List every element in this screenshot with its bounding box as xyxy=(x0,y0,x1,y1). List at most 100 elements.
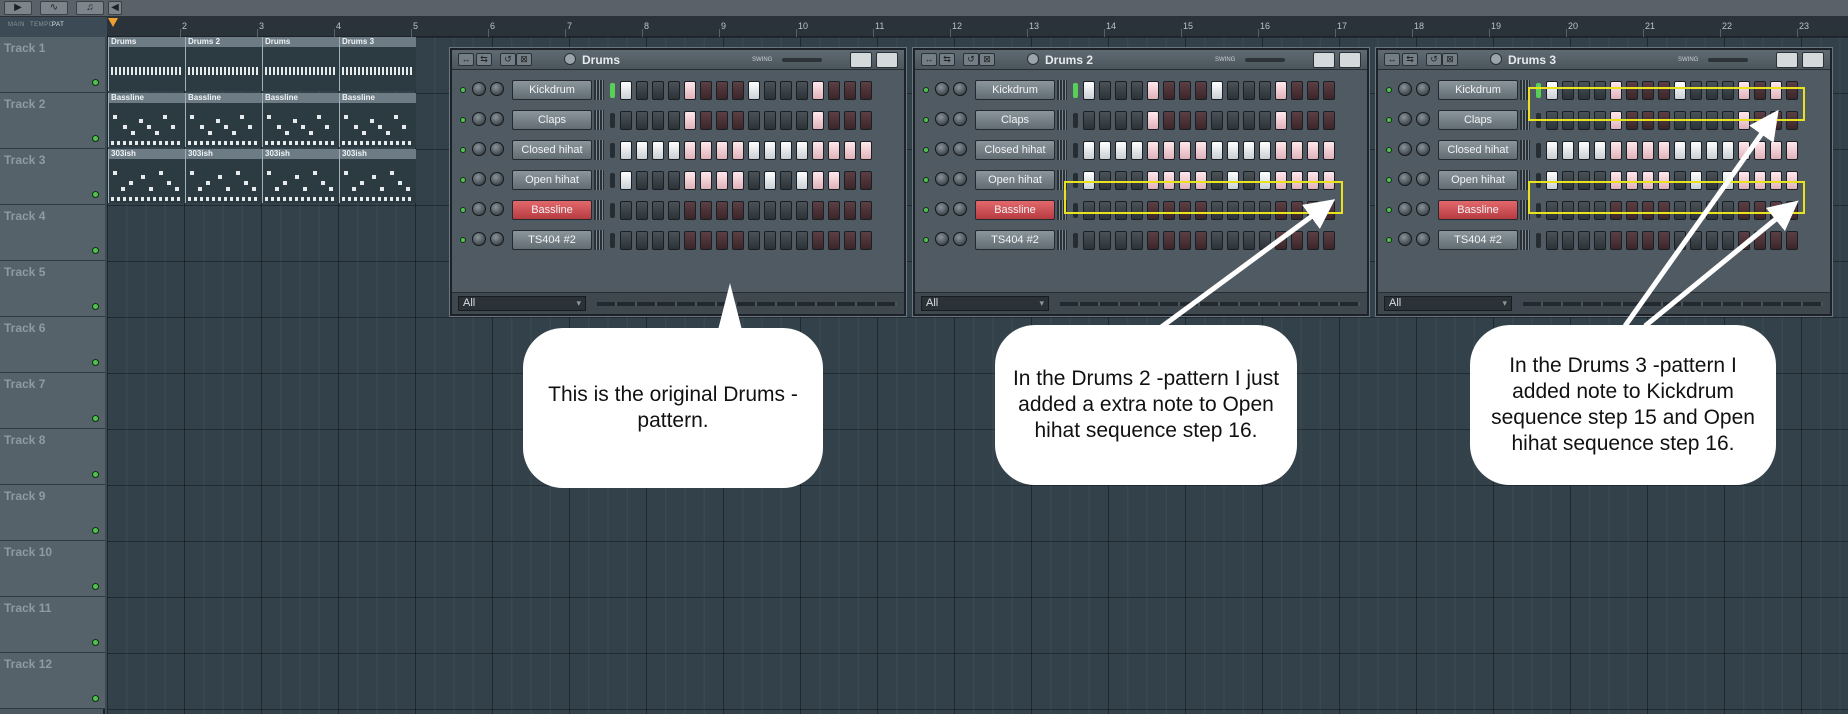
channel-name-button[interactable]: Closed hihat xyxy=(512,140,592,160)
track-row[interactable]: Track 4 xyxy=(0,205,105,261)
rack-scrollbar[interactable] xyxy=(597,302,897,306)
track-mute-led[interactable] xyxy=(92,135,99,142)
step-button[interactable] xyxy=(1147,111,1159,130)
step-button[interactable] xyxy=(1594,141,1606,160)
track-mute-led[interactable] xyxy=(92,695,99,702)
step-button[interactable] xyxy=(1163,81,1175,100)
pan-knob[interactable] xyxy=(935,112,949,126)
volume-knob[interactable] xyxy=(953,232,967,246)
channel-grip-icon[interactable] xyxy=(1520,140,1530,160)
swing-slider[interactable] xyxy=(1245,58,1285,62)
step-button[interactable] xyxy=(764,231,776,250)
step-button[interactable] xyxy=(812,141,824,160)
volume-knob[interactable] xyxy=(490,112,504,126)
channel-name-button[interactable]: Open hihat xyxy=(1438,170,1518,190)
volume-knob[interactable] xyxy=(490,172,504,186)
channel-mute-led[interactable] xyxy=(460,177,466,183)
track-row[interactable]: Track 3 xyxy=(0,149,105,205)
step-button[interactable] xyxy=(700,81,712,100)
step-button[interactable] xyxy=(780,201,792,220)
channel-name-button[interactable]: Open hihat xyxy=(975,170,1055,190)
channel-name-button[interactable]: TS404 #2 xyxy=(1438,230,1518,250)
step-button[interactable] xyxy=(620,171,632,190)
step-button[interactable] xyxy=(652,111,664,130)
resize-icon[interactable]: ↔ xyxy=(921,53,937,66)
pan-knob[interactable] xyxy=(472,172,486,186)
step-button[interactable] xyxy=(1626,231,1638,250)
mode-tempo-label[interactable]: TEMPO xyxy=(30,22,54,28)
channel-grip-icon[interactable] xyxy=(1057,80,1067,100)
step-button[interactable] xyxy=(1243,111,1255,130)
step-button[interactable] xyxy=(1610,231,1622,250)
step-button[interactable] xyxy=(732,201,744,220)
step-button[interactable] xyxy=(1099,81,1111,100)
volume-knob[interactable] xyxy=(1416,232,1430,246)
pan-knob[interactable] xyxy=(935,142,949,156)
step-button[interactable] xyxy=(716,111,728,130)
step-button[interactable] xyxy=(716,81,728,100)
step-button[interactable] xyxy=(1642,231,1654,250)
close-icon[interactable]: ⊠ xyxy=(979,53,995,66)
close-icon[interactable]: ⊠ xyxy=(516,53,532,66)
channel-name-button[interactable]: Bassline xyxy=(1438,200,1518,220)
track-mute-led[interactable] xyxy=(92,191,99,198)
volume-knob[interactable] xyxy=(1416,142,1430,156)
step-button[interactable] xyxy=(668,81,680,100)
channel-name-button[interactable]: Kickdrum xyxy=(975,80,1055,100)
step-button[interactable] xyxy=(1275,81,1287,100)
step-button[interactable] xyxy=(1099,111,1111,130)
step-button[interactable] xyxy=(828,81,840,100)
pattern-clip[interactable]: Bassline xyxy=(185,93,262,147)
step-button[interactable] xyxy=(668,231,680,250)
piano-roll-icon[interactable] xyxy=(876,52,898,68)
graph-editor-icon[interactable] xyxy=(1776,52,1798,68)
step-button[interactable] xyxy=(636,201,648,220)
track-row[interactable]: Track 8 xyxy=(0,429,105,485)
step-button[interactable] xyxy=(1243,141,1255,160)
step-button[interactable] xyxy=(1307,111,1319,130)
channel-select-indicator[interactable] xyxy=(1536,233,1541,248)
step-button[interactable] xyxy=(1786,141,1798,160)
step-button[interactable] xyxy=(1323,81,1335,100)
step-button[interactable] xyxy=(732,111,744,130)
step-button[interactable] xyxy=(1083,81,1095,100)
channel-select-indicator[interactable] xyxy=(1536,143,1541,158)
channel-name-button[interactable]: Bassline xyxy=(512,200,592,220)
channel-mute-led[interactable] xyxy=(923,177,929,183)
graph-editor-icon[interactable] xyxy=(1313,52,1335,68)
step-button[interactable] xyxy=(1706,231,1718,250)
channel-mute-led[interactable] xyxy=(923,117,929,123)
pattern-clip[interactable]: Drums xyxy=(108,37,185,91)
volume-knob[interactable] xyxy=(953,172,967,186)
step-button[interactable] xyxy=(1083,141,1095,160)
volume-knob[interactable] xyxy=(953,202,967,216)
step-button[interactable] xyxy=(1147,81,1159,100)
step-button[interactable] xyxy=(812,111,824,130)
undo-icon[interactable]: ↺ xyxy=(1426,53,1442,66)
step-button[interactable] xyxy=(748,171,760,190)
pan-knob[interactable] xyxy=(472,232,486,246)
channel-mute-led[interactable] xyxy=(923,207,929,213)
step-button[interactable] xyxy=(620,111,632,130)
step-button[interactable] xyxy=(636,171,648,190)
step-button[interactable] xyxy=(1307,231,1319,250)
step-button[interactable] xyxy=(1690,231,1702,250)
step-button[interactable] xyxy=(1674,141,1686,160)
step-button[interactable] xyxy=(1227,81,1239,100)
channel-select-indicator[interactable] xyxy=(610,173,615,188)
step-button[interactable] xyxy=(828,111,840,130)
channel-name-button[interactable]: Closed hihat xyxy=(975,140,1055,160)
track-row[interactable]: Track 6 xyxy=(0,317,105,373)
step-button[interactable] xyxy=(1291,81,1303,100)
channel-mute-led[interactable] xyxy=(460,207,466,213)
pan-knob[interactable] xyxy=(935,82,949,96)
step-button[interactable] xyxy=(700,171,712,190)
step-button[interactable] xyxy=(652,81,664,100)
step-button[interactable] xyxy=(796,201,808,220)
step-button[interactable] xyxy=(796,141,808,160)
resize-icon[interactable]: ↔ xyxy=(458,53,474,66)
channel-grip-icon[interactable] xyxy=(594,140,604,160)
step-button[interactable] xyxy=(860,171,872,190)
swing-slider[interactable] xyxy=(782,58,822,62)
channel-name-button[interactable]: TS404 #2 xyxy=(975,230,1055,250)
